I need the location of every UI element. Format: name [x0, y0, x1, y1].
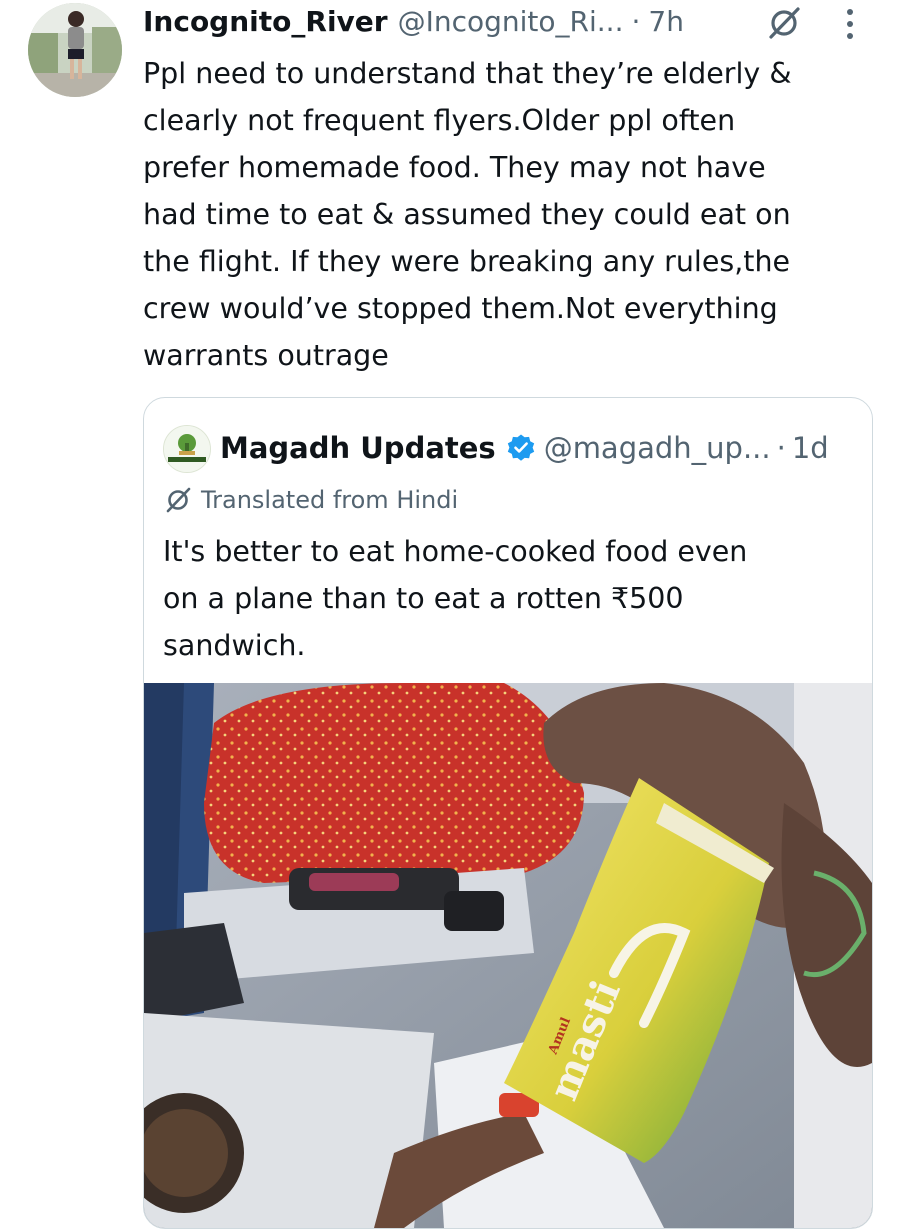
quoted-tweet-media[interactable]: masti Amul — [144, 683, 872, 1228]
author-handle[interactable]: @Incognito_Ri... — [398, 0, 624, 44]
tweet-text-line: prefer homemade food. They may not have — [143, 151, 766, 184]
quoted-author-handle[interactable]: @magadh_up... — [544, 431, 771, 465]
magadh-logo-icon — [164, 426, 210, 472]
grok-icon[interactable] — [765, 4, 803, 42]
tweet-text-line: Ppl need to understand that they’re elde… — [143, 57, 792, 90]
translated-label: Translated from Hindi — [201, 486, 459, 514]
tweet-time[interactable]: 7h — [648, 0, 684, 44]
more-icon[interactable] — [838, 6, 862, 42]
quoted-text-line: on a plane than to eat a rotten ₹500 — [163, 582, 684, 615]
tweet-text-line: warrants outrage — [143, 339, 389, 372]
verified-badge-icon[interactable] — [506, 433, 536, 463]
tweet-text-line: clearly not frequent flyers.Older ppl of… — [143, 104, 736, 137]
quoted-text-line: sandwich. — [163, 629, 306, 662]
quoted-tweet-text: It's better to eat home-cooked food even… — [163, 528, 853, 669]
quoted-text-line: It's better to eat home-cooked food even — [163, 535, 748, 568]
quoted-author-name[interactable]: Magadh Updates — [220, 431, 496, 465]
quoted-tweet-header: Magadh Updates @magadh_up... · 1d — [220, 425, 829, 471]
tweet-text-line: the flight. If they were breaking any ru… — [143, 245, 791, 278]
tweet-text: Ppl need to understand that they’re elde… — [143, 50, 883, 379]
author-name[interactable]: Incognito_River — [143, 0, 388, 44]
media-photo: masti Amul — [144, 683, 872, 1228]
author-avatar[interactable] — [28, 3, 122, 97]
grok-translate-icon — [166, 487, 191, 513]
quoted-tweet-card[interactable]: Magadh Updates @magadh_up... · 1d Transl… — [143, 397, 873, 1229]
separator-dot: · — [631, 5, 641, 38]
tweet-header: Incognito_River @Incognito_Ri... · 7h — [143, 0, 873, 44]
avatar-image — [28, 3, 122, 97]
quoted-author-avatar[interactable] — [163, 425, 211, 473]
translated-from-hindi[interactable]: Translated from Hindi — [163, 482, 458, 518]
tweet-text-line: had time to eat & assumed they could eat… — [143, 198, 791, 231]
quoted-tweet-time[interactable]: 1d — [792, 431, 829, 465]
separator-dot: · — [776, 431, 786, 465]
tweet-text-line: crew would’ve stopped them.Not everythin… — [143, 292, 778, 325]
